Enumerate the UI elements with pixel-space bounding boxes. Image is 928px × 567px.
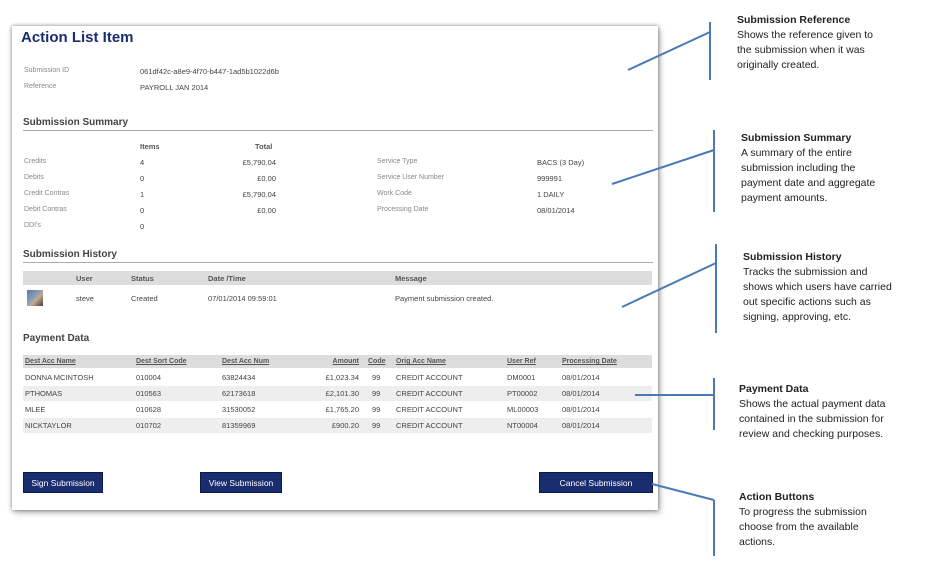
annotation-line: the submission when it was [737, 44, 865, 56]
annotation-heading: Submission History [743, 251, 842, 263]
annotation-line: review and checking purposes. [739, 428, 884, 440]
annotation-line: payment amounts. [741, 192, 828, 204]
callout-pointer [611, 149, 715, 185]
annotation-line: payment date and aggregate [741, 177, 876, 189]
callout-pointer [621, 262, 717, 308]
annotation-line: out specific actions such as [743, 296, 871, 308]
callout-pointer [651, 483, 715, 501]
annotation-heading: Submission Reference [737, 14, 851, 26]
annotation-heading: Action Buttons [739, 491, 815, 503]
annotation-payment-data: Payment Data Shows the actual payment da… [739, 382, 886, 442]
annotation-heading: Submission Summary [741, 132, 852, 144]
annotation-line: contained in the submission for [739, 413, 884, 425]
annotation-submission-summary: Submission Summary A summary of the enti… [741, 131, 875, 206]
annotation-line: To progress the submission [739, 506, 867, 518]
annotation-line: submission including the [741, 162, 856, 174]
annotation-line: shows which users have carried [743, 281, 892, 293]
annotation-line: A summary of the entire [741, 147, 852, 159]
callout-pointer [627, 31, 711, 71]
annotation-line: Tracks the submission and [743, 266, 868, 278]
annotation-action-buttons: Action Buttons To progress the submissio… [739, 490, 867, 550]
annotation-line: signing, approving, etc. [743, 311, 851, 323]
annotation-line: Shows the actual payment data [739, 398, 886, 410]
annotation-line: actions. [739, 536, 776, 548]
annotation-submission-reference: Submission Reference Shows the reference… [737, 13, 873, 73]
annotation-line: Shows the reference given to [737, 29, 873, 41]
annotation-line: choose from the available [739, 521, 859, 533]
annotation-heading: Payment Data [739, 383, 809, 395]
annotation-line: originally created. [737, 59, 820, 71]
annotation-submission-history: Submission History Tracks the submission… [743, 250, 892, 325]
